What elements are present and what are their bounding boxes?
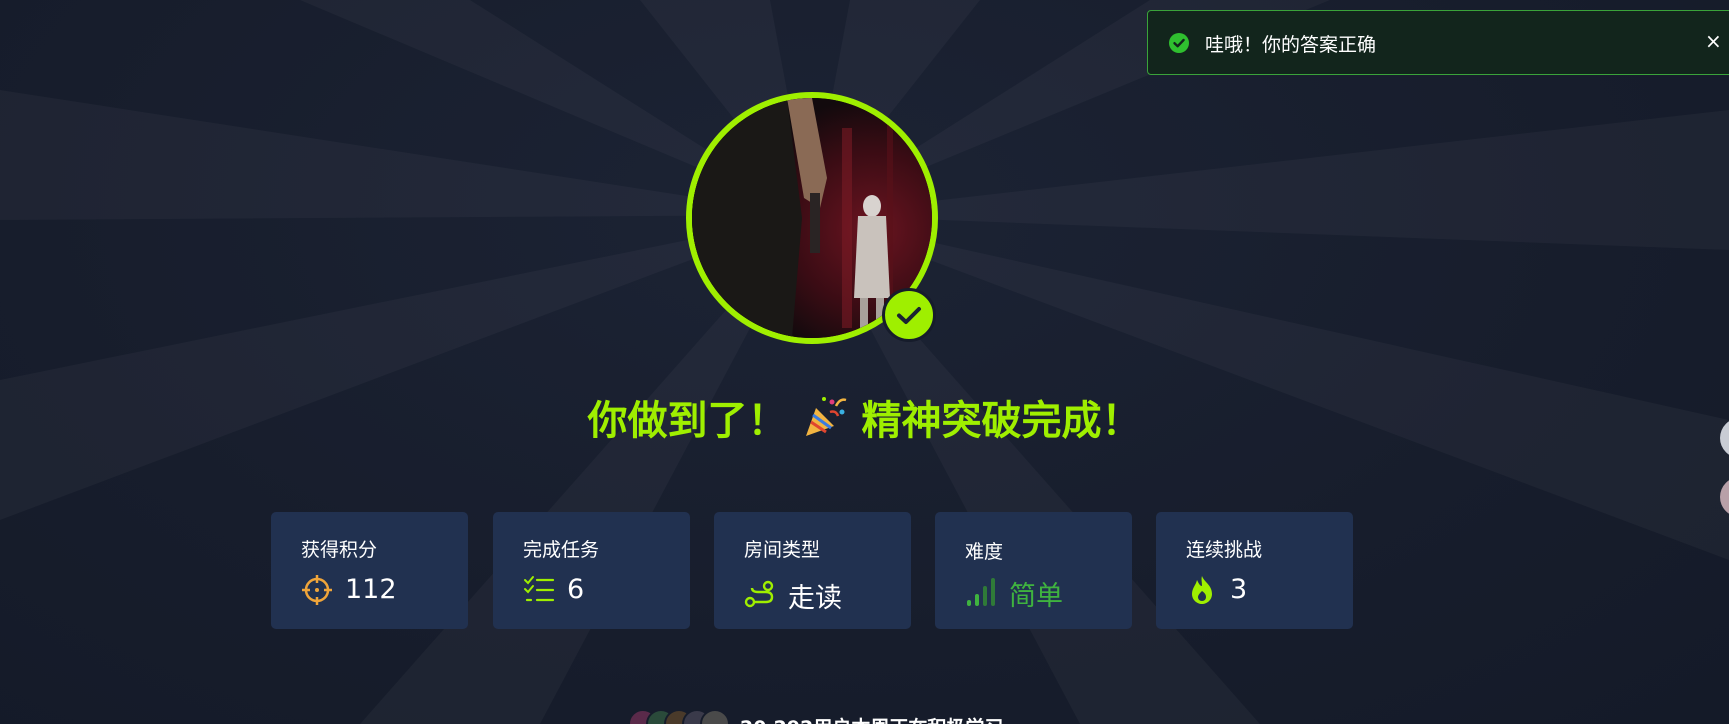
active-learners-text: 20,292用户本周正在积极学习 — [740, 713, 1003, 724]
stat-label: 难度 — [965, 541, 1004, 563]
route-icon — [744, 580, 774, 608]
checklist-icon — [524, 576, 555, 602]
check-circle-icon — [1169, 33, 1189, 53]
success-toast: 哇哦！你的答案正确 × — [1147, 10, 1729, 75]
stat-label: 房间类型 — [744, 539, 821, 561]
stat-label: 完成任务 — [523, 539, 600, 561]
signal-bars-icon — [967, 578, 995, 606]
completed-badge — [882, 288, 936, 342]
stat-label: 获得积分 — [301, 539, 378, 561]
stat-value: 112 — [345, 574, 397, 605]
stat-card-difficulty: 难度 简单 — [935, 512, 1132, 629]
stat-card-room-type: 房间类型 走读 — [714, 512, 911, 629]
completion-headline: 你做到了！ 精神突破完成！ — [0, 388, 1729, 446]
stat-value: 走读 — [788, 583, 842, 614]
headline-part1: 你做到了！ — [587, 398, 788, 444]
stat-card-tasks: 完成任务 6 — [493, 512, 690, 629]
room-avatar — [686, 92, 938, 344]
toast-close-button[interactable]: × — [1705, 29, 1722, 53]
stat-card-streak: 连续挑战 3 — [1156, 512, 1353, 629]
toast-message: 哇哦！你的答案正确 — [1205, 34, 1377, 56]
stat-value: 6 — [567, 574, 585, 605]
stat-card-points: 获得积分 112 — [271, 512, 468, 629]
flame-icon — [1192, 576, 1212, 604]
headline-part2: 精神突破完成！ — [861, 398, 1142, 444]
crosshair-icon — [302, 575, 332, 605]
stat-value: 简单 — [1009, 581, 1063, 612]
room-complete-page: 哇哦！你的答案正确 × 你做到了！ 精神突破完成！ 获得积分 112 完成任务 … — [0, 0, 1729, 724]
check-icon — [897, 307, 921, 324]
stat-value: 3 — [1230, 574, 1248, 605]
stat-label: 连续挑战 — [1186, 539, 1263, 561]
party-popper-icon — [805, 397, 846, 436]
